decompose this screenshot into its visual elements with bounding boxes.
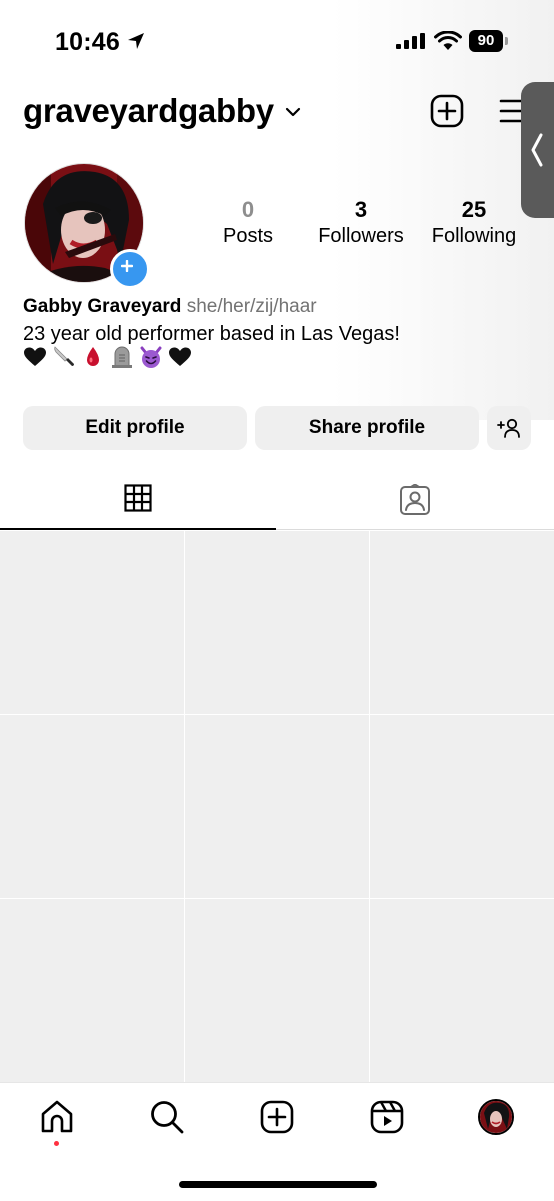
grid-placeholder	[0, 531, 184, 714]
home-icon	[41, 1100, 73, 1133]
black-heart-icon	[24, 347, 46, 366]
battery-tip	[505, 37, 508, 45]
pronouns: she/her/zij/haar	[186, 296, 317, 317]
grid-placeholder	[185, 715, 369, 898]
new-post-icon[interactable]	[430, 94, 464, 128]
location-arrow-icon	[128, 33, 144, 49]
nav-profile-avatar[interactable]	[478, 1099, 514, 1135]
posts-grid	[0, 531, 554, 1082]
edit-profile-button[interactable]: Edit profile	[23, 406, 247, 450]
grid-placeholder	[370, 715, 554, 898]
add-story-button[interactable]	[110, 249, 150, 289]
home-indicator	[179, 1181, 377, 1188]
posts-count: 0 Posts	[210, 197, 286, 249]
battery-indicator: 90	[469, 30, 509, 52]
nav-create[interactable]	[259, 1099, 295, 1135]
tagged-person-icon	[400, 484, 430, 515]
posts-value: 0	[241, 197, 255, 222]
search-icon	[151, 1101, 184, 1134]
bio-emoji-row	[23, 345, 192, 371]
cellular-signal-icon	[396, 33, 425, 49]
add-person-icon	[497, 418, 520, 438]
grid-placeholder	[185, 531, 369, 714]
side-panel-handle[interactable]	[521, 82, 554, 218]
display-name: Gabby Graveyard	[23, 296, 182, 317]
grid-placeholder	[0, 899, 184, 1082]
black-heart-icon	[169, 347, 191, 366]
knife-icon	[54, 346, 74, 366]
battery-level: 90	[469, 30, 503, 52]
profile-avatar-thumbnail	[480, 1101, 512, 1133]
following-label: Following	[431, 225, 517, 247]
notification-dot	[54, 1141, 59, 1146]
wifi-icon	[434, 31, 462, 50]
create-post-icon	[260, 1100, 294, 1134]
reels-icon	[370, 1100, 404, 1134]
followers-value: 3	[354, 197, 368, 222]
nav-search[interactable]	[149, 1099, 185, 1135]
name-and-pronouns: Gabby Graveyard she/her/zij/haar	[23, 295, 317, 319]
tab-posts-grid[interactable]	[0, 476, 276, 530]
chevron-down-icon[interactable]	[285, 106, 301, 118]
grid-placeholder	[0, 715, 184, 898]
following-count[interactable]: 25 Following	[426, 197, 522, 249]
grid-placeholder	[185, 899, 369, 1082]
followers-label: Followers	[318, 225, 404, 247]
nav-home[interactable]	[39, 1099, 75, 1146]
discover-people-button[interactable]	[487, 406, 531, 450]
grid-placeholder	[370, 531, 554, 714]
posts-label: Posts	[222, 225, 274, 247]
bio-text: 23 year old performer based in Las Vegas…	[23, 323, 400, 345]
grid-placeholder	[370, 899, 554, 1082]
plus-icon	[121, 260, 133, 272]
followers-count[interactable]: 3 Followers	[310, 197, 412, 249]
nav-reels[interactable]	[369, 1099, 405, 1135]
smiling-face-with-horns-icon	[140, 346, 162, 368]
drop-of-blood-icon	[87, 347, 99, 366]
tab-tagged[interactable]	[276, 476, 554, 530]
profile-username[interactable]: graveyardgabby	[23, 92, 274, 130]
grid-icon	[124, 484, 152, 512]
following-value: 25	[461, 197, 487, 222]
chevron-left-icon	[531, 133, 543, 167]
share-profile-button[interactable]: Share profile	[255, 406, 479, 450]
headstone-icon	[112, 346, 132, 368]
status-time: 10:46	[55, 28, 120, 56]
